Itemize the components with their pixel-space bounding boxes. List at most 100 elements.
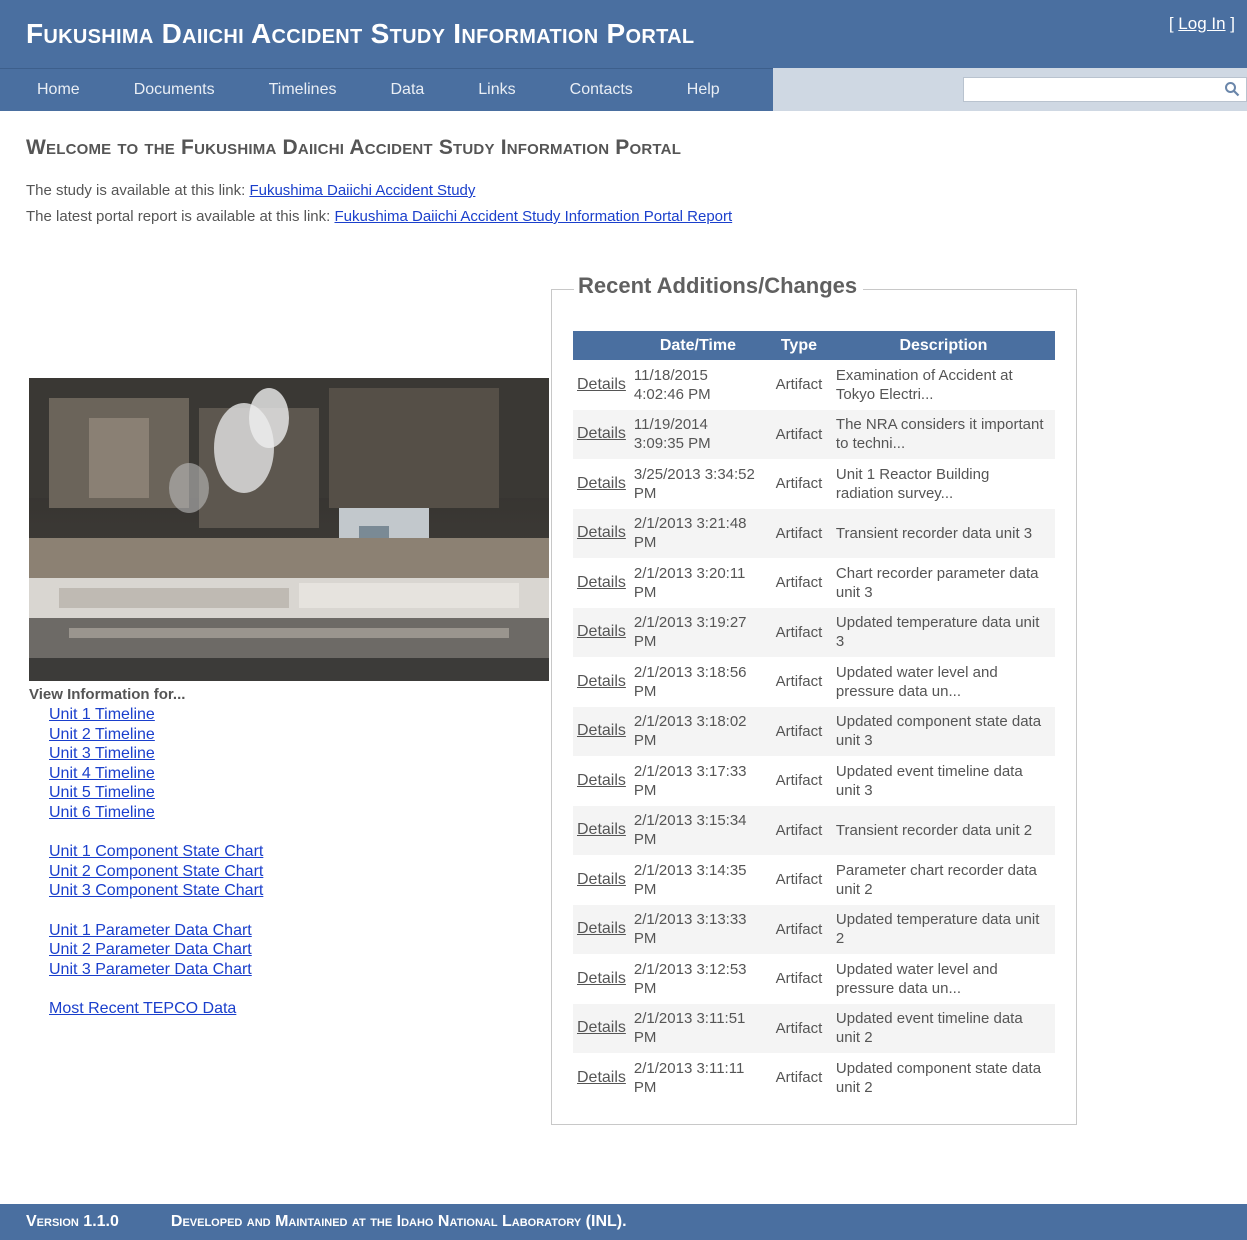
details-link[interactable]: Details (577, 673, 626, 690)
description-cell: Updated water level and pressure data un… (835, 663, 998, 700)
details-cell: Details (573, 607, 630, 657)
table-row: Details 2/1/2013 3:20:11 PM Artifact Chart … (573, 558, 1055, 608)
recent-changes-table: Date/Time Type Description Details 11/18/… (573, 331, 1055, 1103)
type-cell: Artifact (775, 970, 823, 988)
datetime-cell: 2/1/2013 3:17:33 PM (633, 762, 747, 799)
parameter-data-chart-3-link[interactable]: Unit 3 Parameter Data Chart (49, 960, 263, 980)
table-row: Details 2/1/2013 3:12:53 PM Artifact Update… (573, 954, 1055, 1004)
datetime-cell: 2/1/2013 3:20:11 PM (633, 564, 746, 601)
details-link[interactable]: Details (577, 772, 626, 789)
tepco-data-link[interactable]: Most Recent TEPCO Data (49, 999, 263, 1019)
component-state-chart-3-link[interactable]: Unit 3 Component State Chart (49, 881, 263, 901)
description-cell: Updated event timeline data unit 3 (835, 762, 1023, 799)
details-cell: Details (573, 954, 630, 1004)
details-link[interactable]: Details (577, 425, 626, 442)
details-link[interactable]: Details (577, 475, 626, 492)
details-link[interactable]: Details (577, 1069, 626, 1086)
nav-item-documents[interactable]: Documents (107, 81, 242, 99)
table-row: Details 2/1/2013 3:17:33 PM Artifact Update… (573, 756, 1055, 806)
description-cell: Transient recorder data unit 2 (831, 805, 1055, 855)
details-link[interactable]: Details (577, 821, 626, 838)
nav-item-help[interactable]: Help (660, 81, 747, 99)
nav-item-home[interactable]: Home (0, 81, 107, 99)
type-cell: Artifact (765, 1003, 832, 1053)
datetime-cell: 2/1/2013 3:15:34 PM (629, 805, 766, 855)
details-link[interactable]: Details (577, 722, 626, 739)
search-input[interactable] (963, 77, 1247, 102)
table-row: Details 11/18/2015 4:02:46 PM Artifact Exam… (573, 360, 1055, 410)
description-cell: Transient recorder data unit 3 (831, 508, 1055, 558)
unit-timeline-4-link[interactable]: Unit 4 Timeline (49, 764, 263, 784)
details-cell: Details (573, 409, 630, 459)
datetime-cell: 2/1/2013 3:12:53 PM (633, 960, 747, 997)
type-cell: Artifact (775, 574, 823, 592)
site-title: Fukushima Daiichi Accident Study Informa… (26, 18, 695, 49)
search-icon[interactable] (1224, 81, 1240, 97)
type-cell: Artifact (775, 1069, 823, 1087)
report-text: The latest portal report is available at… (26, 208, 335, 225)
description-cell: Parameter chart recorder data unit 2 (835, 861, 1037, 898)
component-state-chart-2-link[interactable]: Unit 2 Component State Chart (49, 862, 263, 882)
report-info: The latest portal report is available at… (26, 208, 732, 225)
description-cell: Updated temperature data unit 3 (831, 607, 1055, 657)
details-cell: Details (573, 657, 630, 707)
unit-timeline-1-link[interactable]: Unit 1 Timeline (49, 705, 263, 725)
unit-timeline-3-link[interactable]: Unit 3 Timeline (49, 744, 263, 764)
study-link[interactable]: Fukushima Daiichi Accident Study (249, 182, 475, 199)
parameter-data-chart-1-link[interactable]: Unit 1 Parameter Data Chart (49, 921, 263, 941)
type-cell: Artifact (775, 673, 823, 691)
type-cell: Artifact (775, 475, 823, 493)
details-link[interactable]: Details (577, 574, 626, 591)
login-area: [ Log In ] (1168, 14, 1235, 33)
table-row: Details 2/1/2013 3:11:11 PM Artifact Update… (573, 1053, 1055, 1103)
description-cell: The NRA considers it important to techni… (831, 409, 1055, 459)
login-link[interactable]: Log In (1178, 14, 1225, 33)
datetime-cell: 11/18/2015 4:02:46 PM (633, 366, 711, 403)
column-header-description: Description (831, 331, 1055, 360)
unit-timeline-6-link[interactable]: Unit 6 Timeline (49, 803, 263, 823)
type-cell: Artifact (775, 772, 823, 790)
description-cell: Updated event timeline data unit 2 (831, 1003, 1055, 1053)
details-link[interactable]: Details (577, 920, 626, 937)
site-header: Fukushima Daiichi Accident Study Informa… (0, 0, 1247, 68)
type-cell: Artifact (775, 871, 823, 889)
details-cell: Details (573, 508, 630, 558)
type-cell: Artifact (765, 904, 832, 954)
table-row: Details 2/1/2013 3:13:33 PM Artifact Update… (573, 904, 1055, 954)
table-row: Details 2/1/2013 3:21:48 PM Artifact Transi… (573, 508, 1055, 558)
details-link[interactable]: Details (577, 970, 626, 987)
study-info: The study is available at this link: Fuk… (26, 182, 475, 199)
details-link[interactable]: Details (577, 871, 626, 888)
nav-item-data[interactable]: Data (363, 81, 451, 99)
report-link[interactable]: Fukushima Daiichi Accident Study Informa… (334, 208, 732, 225)
nav-menu: Home Documents Timelines Data Links Contacts H… (0, 68, 773, 111)
datetime-cell: 3/25/2013 3:34:52 PM (633, 465, 755, 502)
nav-item-timelines[interactable]: Timelines (242, 81, 364, 99)
type-cell: Artifact (765, 706, 832, 756)
developer-label: Developed and Maintained at the Idaho Na… (170, 1213, 627, 1230)
details-cell: Details (573, 805, 630, 855)
details-link[interactable]: Details (577, 524, 626, 541)
nav-item-links[interactable]: Links (451, 81, 542, 99)
table-row: Details 2/1/2013 3:14:35 PM Artifact Parame… (573, 855, 1055, 905)
details-link[interactable]: Details (577, 623, 626, 640)
details-cell: Details (573, 360, 630, 410)
unit-timeline-5-link[interactable]: Unit 5 Timeline (49, 783, 263, 803)
details-cell: Details (573, 1003, 630, 1053)
description-cell: Updated component state data unit 3 (831, 706, 1055, 756)
parameter-data-chart-2-link[interactable]: Unit 2 Parameter Data Chart (49, 940, 263, 960)
info-links: Unit 1 Timeline Unit 2 Timeline Unit 3 Tim… (49, 705, 263, 1019)
datetime-cell: 2/1/2013 3:13:33 PM (629, 904, 766, 954)
details-cell: Details (573, 706, 630, 756)
details-link[interactable]: Details (577, 1019, 626, 1036)
unit-timeline-2-link[interactable]: Unit 2 Timeline (49, 725, 263, 745)
column-header-datetime: Date/Time (629, 331, 766, 360)
site-footer: Version 1.1.0 Developed and Maintained a… (0, 1204, 1247, 1240)
details-cell: Details (573, 1053, 630, 1103)
details-cell: Details (573, 558, 630, 608)
details-cell: Details (573, 904, 630, 954)
details-link[interactable]: Details (577, 376, 626, 393)
component-state-chart-1-link[interactable]: Unit 1 Component State Chart (49, 842, 263, 862)
nav-item-contacts[interactable]: Contacts (543, 81, 660, 99)
datetime-cell: 2/1/2013 3:18:02 PM (629, 706, 766, 756)
